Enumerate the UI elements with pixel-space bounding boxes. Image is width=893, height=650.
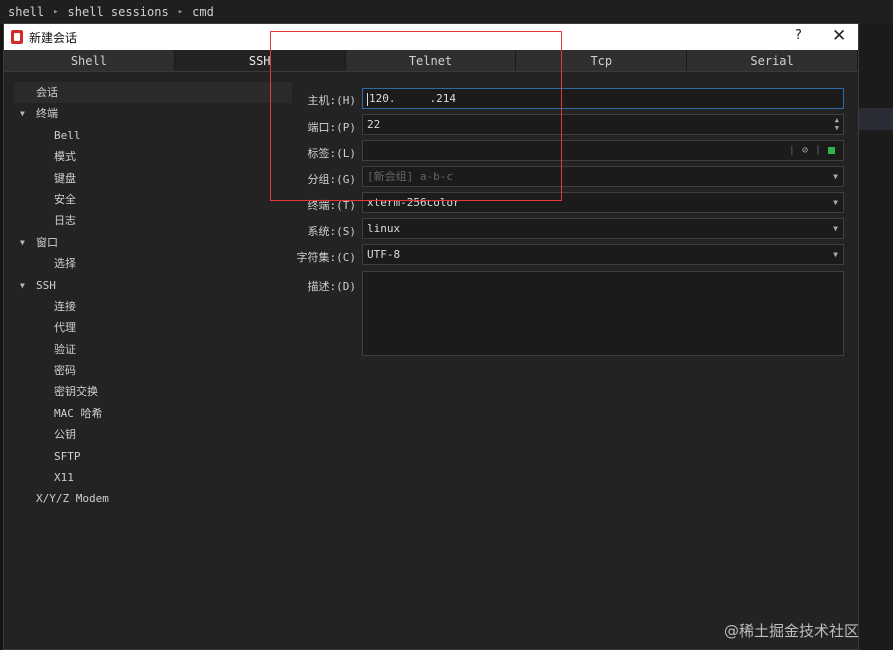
color-swatch-icon[interactable] xyxy=(828,147,835,154)
description-textarea[interactable] xyxy=(362,271,844,356)
tree-item-label: 日志 xyxy=(54,214,76,228)
tree-item-label: X11 xyxy=(54,471,74,485)
background-panel-right xyxy=(858,24,893,650)
help-button[interactable]: ? xyxy=(795,28,802,43)
system-select[interactable]: linux ▼ xyxy=(362,218,844,239)
tree-item-label: 密码 xyxy=(54,364,76,378)
port-spinner[interactable]: ▲ ▼ xyxy=(835,116,839,132)
tree-item-label: 密钥交换 xyxy=(54,385,98,399)
tree-item[interactable]: X/Y/Z Modem xyxy=(14,488,292,509)
divider: | xyxy=(788,145,795,156)
background-highlight-row xyxy=(858,108,893,130)
spinner-down-icon[interactable]: ▼ xyxy=(835,124,839,132)
tree-item[interactable]: 会话 xyxy=(14,82,292,104)
tree-item[interactable]: ▼ 窗口 xyxy=(14,232,292,253)
breadcrumb-separator-icon: ▸ xyxy=(53,7,59,17)
tree-item-label: 终端 xyxy=(36,107,58,121)
tree-item[interactable]: Bell xyxy=(14,125,292,146)
tree-item[interactable]: 模式 xyxy=(14,146,292,167)
breadcrumb-item-cmd[interactable]: cmd xyxy=(192,5,214,19)
tree-item-label: X/Y/Z Modem xyxy=(36,492,109,506)
tree-item-label: SSH xyxy=(36,278,56,292)
tree-item-label: 连接 xyxy=(54,299,76,313)
tab-shell[interactable]: Shell xyxy=(4,50,175,71)
tree-item-label: Bell xyxy=(54,128,81,142)
tree-item[interactable]: SFTP xyxy=(14,446,292,467)
charset-value: UTF-8 xyxy=(367,248,401,261)
charset-label: 字符集:(C) xyxy=(296,251,357,264)
tree-item[interactable]: 安全 xyxy=(14,189,292,210)
tree-item[interactable]: 公钥 xyxy=(14,424,292,445)
breadcrumb-item-shell-sessions[interactable]: shell sessions xyxy=(68,5,169,19)
tree-item[interactable]: 密钥交换 xyxy=(14,381,292,402)
tree-expanded-icon[interactable]: ▼ xyxy=(20,275,25,296)
tree-item[interactable]: ▼ SSH xyxy=(14,275,292,296)
tree-item[interactable]: 验证 xyxy=(14,339,292,360)
tree-expanded-icon[interactable]: ▼ xyxy=(20,232,25,253)
tree-item[interactable]: 日志 xyxy=(14,210,292,231)
clear-icon[interactable]: ⊘ xyxy=(802,141,808,160)
chevron-down-icon: ▼ xyxy=(833,224,838,233)
divider: | xyxy=(814,145,821,156)
tree-item-label: 代理 xyxy=(54,321,76,335)
breadcrumb-separator-icon: ▸ xyxy=(177,7,184,17)
tag-tools: | ⊘ | xyxy=(789,141,835,160)
tree-item-label: 选择 xyxy=(54,257,76,271)
tree-item[interactable]: 连接 xyxy=(14,296,292,317)
tree-item-label: 验证 xyxy=(54,342,76,356)
tree-item[interactable]: 选择 xyxy=(14,253,292,274)
tree-item[interactable]: ▼ 终端 xyxy=(14,103,292,124)
tree-item-label: MAC 哈希 xyxy=(54,406,103,420)
tree-item-label: 安全 xyxy=(54,192,76,206)
watermark: @稀土掘金技术社区 xyxy=(724,622,860,640)
tree-item[interactable]: X11 xyxy=(14,467,292,488)
system-value: linux xyxy=(367,222,401,235)
tree-item[interactable]: 键盘 xyxy=(14,168,292,189)
system-label: 系统:(S) xyxy=(307,225,357,238)
breadcrumb-item-shell[interactable]: shell xyxy=(8,5,44,19)
dialog-title: 新建会话 xyxy=(29,30,78,45)
tree-item-label: 会话 xyxy=(36,86,58,99)
tree-item-label: 键盘 xyxy=(54,171,76,185)
tree-item-label: 模式 xyxy=(54,150,76,164)
chevron-down-icon: ▼ xyxy=(833,250,838,259)
tree-item-label: SFTP xyxy=(54,449,81,463)
tree-expanded-icon[interactable]: ▼ xyxy=(20,103,25,124)
tree-item-label: 公钥 xyxy=(54,428,76,442)
chevron-down-icon: ▼ xyxy=(833,172,838,181)
new-session-dialog: 新建会话 ? ✕ Shell SSH Telnet Tcp Serial 会话 ▼… xyxy=(3,23,859,650)
breadcrumb: shell ▸ shell sessions ▸ cmd xyxy=(0,0,893,24)
tab-serial[interactable]: Serial xyxy=(687,50,858,71)
tree-item[interactable]: MAC 哈希 xyxy=(14,403,292,424)
app-icon xyxy=(11,30,23,44)
description-label: 描述:(D) xyxy=(307,280,357,293)
close-button[interactable]: ✕ xyxy=(832,26,846,46)
charset-select[interactable]: UTF-8 ▼ xyxy=(362,244,844,265)
chevron-down-icon: ▼ xyxy=(833,198,838,207)
spinner-up-icon[interactable]: ▲ xyxy=(835,116,839,124)
settings-tree: 会话 ▼ 终端 Bell 模式键盘安全日志 ▼ 窗口选择 ▼ SSH 连接代理验证密码密钥交换 MA… xyxy=(14,82,292,510)
tree-item[interactable]: 代理 xyxy=(14,317,292,338)
tree-item-label: 窗口 xyxy=(36,235,58,249)
annotation-highlight-box xyxy=(270,31,562,201)
tree-item[interactable]: 密码 xyxy=(14,360,292,381)
